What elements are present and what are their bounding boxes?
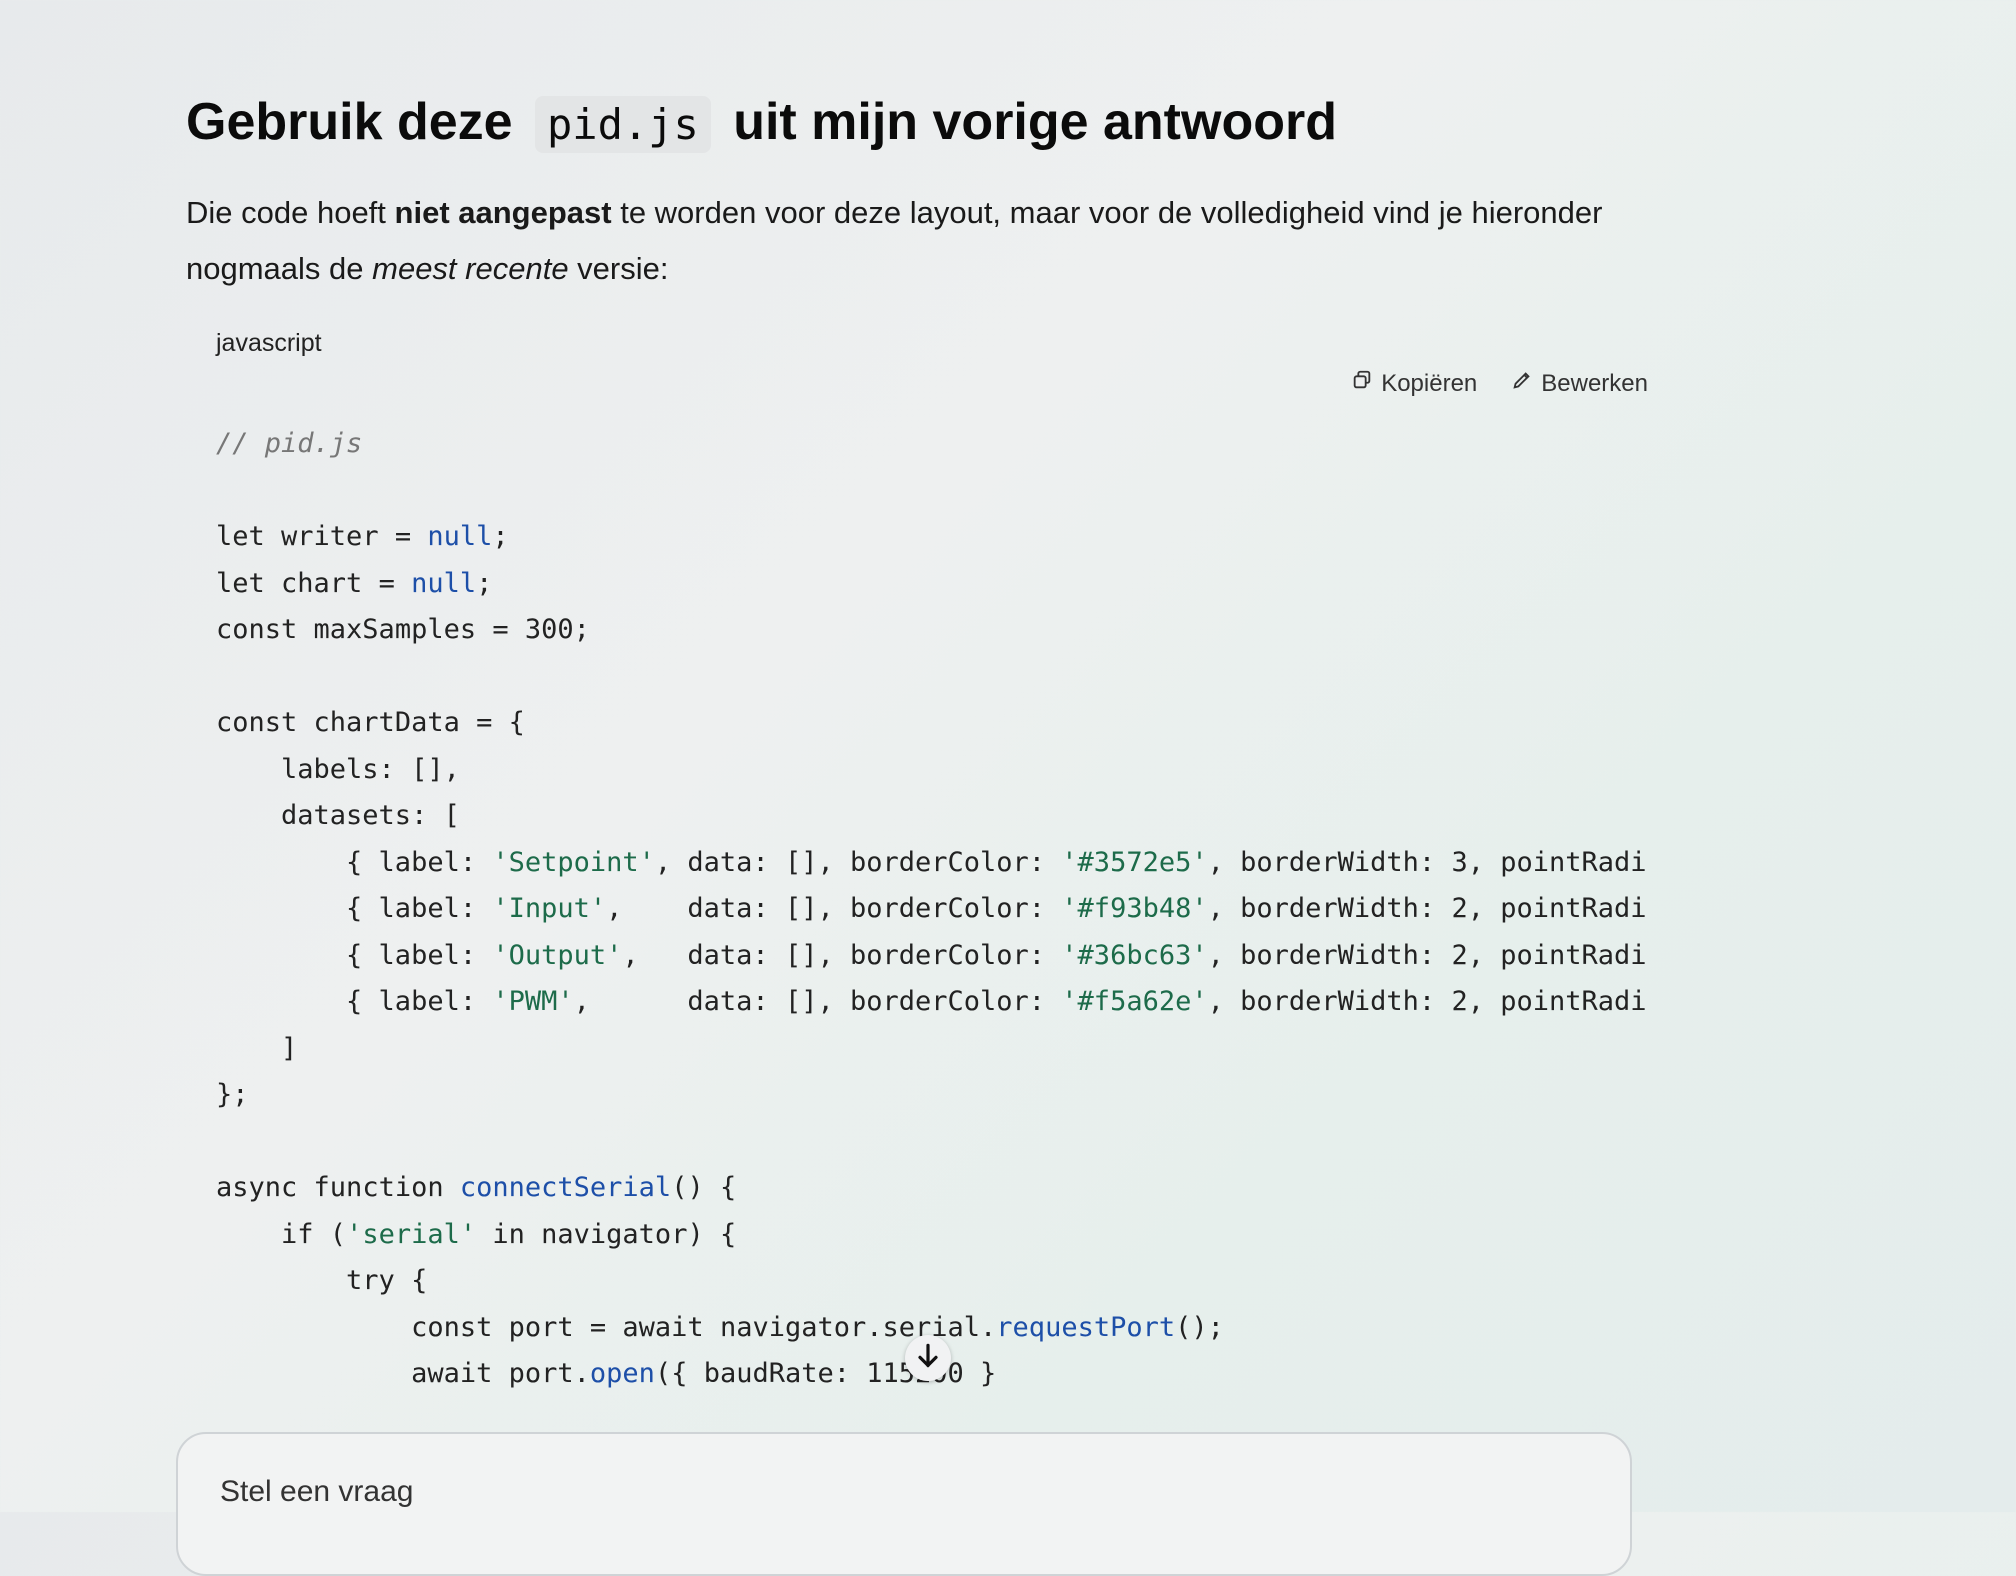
code-line: let chart = null; xyxy=(216,567,493,599)
arrow-down-icon xyxy=(912,1340,944,1377)
code-line: try { xyxy=(346,1265,428,1296)
section-heading: Gebruik deze pid.js uit mijn vorige antw… xyxy=(186,80,1646,167)
code-actions: Kopiëren Bewerken xyxy=(1351,369,1648,398)
code-line: await port.open({ baudRate: 115200 } xyxy=(411,1358,997,1389)
code-block: javascript Kopiëren Bewerken // pid.js l… xyxy=(186,323,1648,1398)
code-line: ] xyxy=(216,1032,298,1064)
prompt-input[interactable] xyxy=(218,1474,1122,1510)
copy-label: Kopiëren xyxy=(1381,369,1478,397)
code-line: { label: 'PWM', data: [], borderColor: '… xyxy=(216,986,1646,1017)
code-line: { label: 'Output', data: [], borderColor… xyxy=(216,939,1646,971)
scroll-to-bottom-button[interactable] xyxy=(905,1335,951,1381)
intro-bold: niet aangepast xyxy=(394,195,612,230)
heading-inline-code: pid.js xyxy=(535,96,711,153)
edit-code-button[interactable]: Bewerken xyxy=(1511,369,1648,398)
code-line: async function connectSerial() { xyxy=(216,1172,737,1203)
intro-paragraph: Die code hoeft niet aangepast te worden … xyxy=(186,185,1626,297)
copy-code-button[interactable]: Kopiëren xyxy=(1351,369,1477,398)
heading-prefix: Gebruik deze xyxy=(186,93,513,151)
code-line: }; xyxy=(216,1079,249,1110)
code-line: const chartData = { xyxy=(216,707,525,738)
heading-suffix: uit mijn vorige antwoord xyxy=(733,93,1337,151)
message-composer xyxy=(176,1432,1632,1576)
copy-icon xyxy=(1351,369,1373,398)
pencil-icon xyxy=(1511,369,1533,398)
code-line: { label: 'Input', data: [], borderColor:… xyxy=(216,893,1646,924)
code-line: const maxSamples = 300; xyxy=(216,614,590,645)
intro-text-3: versie: xyxy=(568,251,669,286)
code-language-label: javascript xyxy=(216,329,322,357)
edit-label: Bewerken xyxy=(1541,369,1648,397)
intro-text-1: Die code hoeft xyxy=(186,195,395,230)
code-line: datasets: [ xyxy=(216,800,460,831)
code-line: const port = await navigator.serial.requ… xyxy=(411,1311,1224,1343)
code-line: // pid.js xyxy=(216,428,363,459)
code-line: let writer = null; xyxy=(216,521,509,552)
code-content: // pid.js let writer = null; let chart =… xyxy=(186,421,1646,1398)
chat-message: Gebruik deze pid.js uit mijn vorige antw… xyxy=(186,80,1648,1398)
code-line: { label: 'Setpoint', data: [], borderCol… xyxy=(216,846,1646,878)
code-line: if ('serial' in navigator) { xyxy=(281,1218,737,1250)
intro-italic: meest recente xyxy=(372,251,569,286)
code-line: labels: [], xyxy=(216,753,460,785)
